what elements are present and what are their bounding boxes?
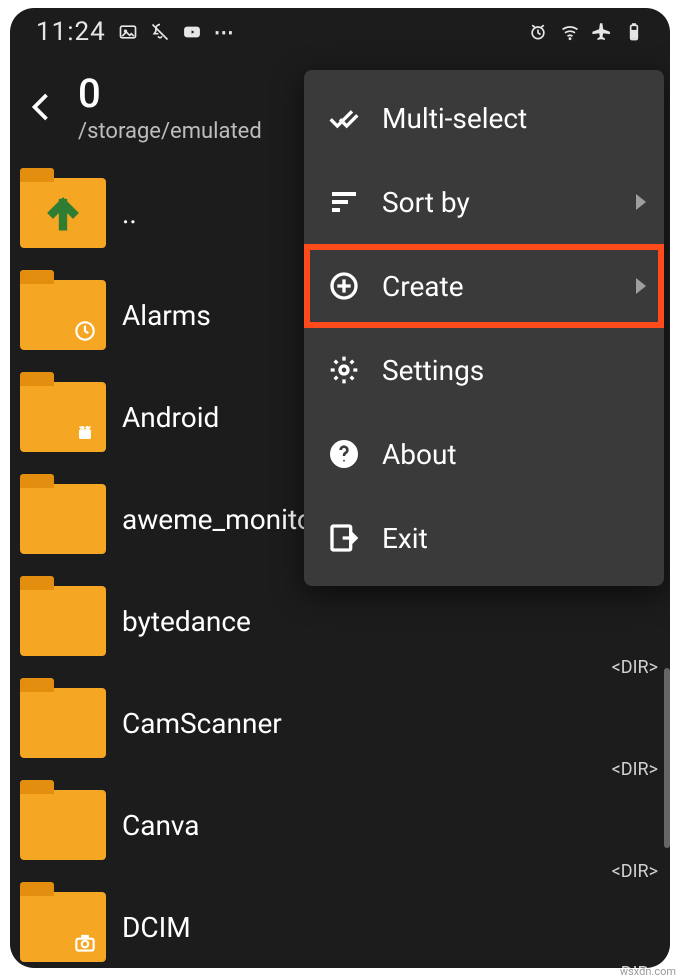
list-item[interactable]: DCIM <DIR> bbox=[10, 876, 670, 968]
battery-icon bbox=[624, 22, 644, 42]
mute-icon bbox=[150, 22, 170, 42]
item-label: DCIM bbox=[122, 911, 191, 944]
context-menu: Multi-select Sort by Create Settings Abo… bbox=[304, 70, 664, 586]
menu-label: About bbox=[382, 438, 457, 471]
folder-icon bbox=[20, 688, 106, 758]
menu-exit[interactable]: Exit bbox=[304, 496, 664, 580]
folder-icon bbox=[20, 790, 106, 860]
folder-icon bbox=[20, 280, 106, 350]
menu-settings[interactable]: Settings bbox=[304, 328, 664, 412]
airplane-icon bbox=[592, 22, 612, 42]
arrow-up-icon bbox=[43, 193, 83, 233]
youtube-icon bbox=[182, 22, 202, 42]
status-left: 11:24 ⋯ bbox=[36, 17, 236, 47]
status-clock: 11:24 bbox=[36, 17, 106, 47]
menu-label: Exit bbox=[382, 522, 428, 555]
chevron-right-icon bbox=[636, 194, 646, 210]
folder-icon bbox=[20, 484, 106, 554]
app-frame: 11:24 ⋯ 0 /storage/emulated .. bbox=[10, 8, 670, 968]
folder-icon bbox=[20, 892, 106, 962]
android-icon bbox=[72, 420, 98, 446]
menu-multi-select[interactable]: Multi-select bbox=[304, 76, 664, 160]
statusbar: 11:24 ⋯ bbox=[10, 8, 670, 56]
menu-label: Multi-select bbox=[382, 102, 527, 135]
menu-label: Sort by bbox=[382, 186, 470, 219]
menu-label: Settings bbox=[382, 354, 484, 387]
folder-icon-up bbox=[20, 178, 106, 248]
list-item[interactable]: Canva <DIR> bbox=[10, 774, 670, 876]
menu-sort-by[interactable]: Sort by bbox=[304, 160, 664, 244]
folder-icon bbox=[20, 382, 106, 452]
folder-icon bbox=[20, 586, 106, 656]
menu-label: Create bbox=[382, 270, 464, 303]
folder-subtitle: /storage/emulated bbox=[78, 119, 262, 144]
scrollbar[interactable] bbox=[664, 668, 670, 848]
multicheck-icon bbox=[328, 102, 360, 134]
plus-circle-icon bbox=[328, 270, 360, 302]
menu-about[interactable]: About bbox=[304, 412, 664, 496]
list-item[interactable]: CamScanner <DIR> bbox=[10, 672, 670, 774]
folder-title: 0 bbox=[78, 70, 262, 117]
camera-icon bbox=[72, 930, 98, 956]
sort-icon bbox=[328, 186, 360, 218]
item-label: CamScanner bbox=[122, 707, 282, 740]
help-icon bbox=[328, 438, 360, 470]
gear-icon bbox=[328, 354, 360, 386]
alarm-icon bbox=[528, 22, 548, 42]
item-label: Android bbox=[122, 401, 219, 434]
exit-icon bbox=[328, 522, 360, 554]
menu-create[interactable]: Create bbox=[304, 244, 664, 328]
item-label: bytedance bbox=[122, 605, 251, 638]
watermark: wsxdn.com bbox=[620, 965, 676, 978]
item-label: Canva bbox=[122, 809, 200, 842]
more-notif-icon: ⋯ bbox=[214, 20, 236, 44]
image-icon bbox=[118, 22, 138, 42]
item-label: Alarms bbox=[122, 299, 211, 332]
chevron-right-icon bbox=[636, 278, 646, 294]
back-icon[interactable] bbox=[24, 87, 60, 127]
status-right bbox=[528, 22, 644, 42]
wifi-icon bbox=[560, 22, 580, 42]
item-label: .. bbox=[122, 197, 137, 230]
item-label: aweme_monito bbox=[122, 503, 313, 536]
clock-icon bbox=[72, 318, 98, 344]
path-text: 0 /storage/emulated bbox=[78, 70, 262, 144]
